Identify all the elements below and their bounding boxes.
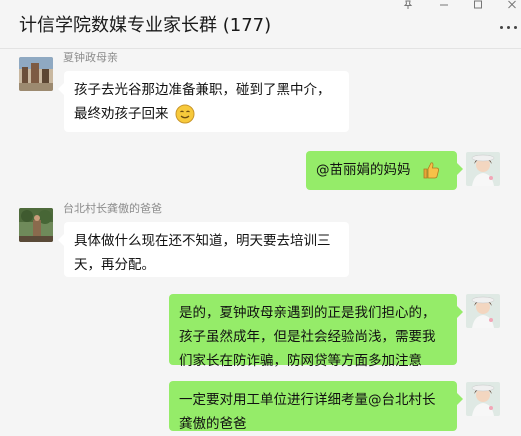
message-bubble[interactable]: @苗丽娟的妈妈 bbox=[306, 151, 463, 190]
message-bubble[interactable]: 一定要对用工单位进行详细考量@台北村长龚傲的爸爸 bbox=[169, 381, 463, 432]
thumbs-up-emoji bbox=[423, 162, 439, 179]
pin-icon[interactable] bbox=[403, 0, 413, 10]
more-dots-icon[interactable] bbox=[497, 22, 521, 34]
chat-title: 计信学院数媒专业家长群 (177) bbox=[19, 15, 272, 36]
chat-window: 计信学院数媒专业家长群 (177) 夏钟政母亲 孩子去光谷那边准备兼职，碰到了黑… bbox=[0, 0, 521, 432]
message-text: @苗丽娟的妈妈 bbox=[316, 162, 411, 178]
avatar[interactable] bbox=[466, 382, 500, 416]
minimize-icon[interactable] bbox=[439, 0, 449, 10]
close-icon[interactable] bbox=[507, 0, 517, 10]
message-bubble[interactable]: 孩子去光谷那边准备兼职，碰到了黑中介，最终劝孩子回来 bbox=[58, 71, 349, 132]
message-text: 一定要对用工单位进行详细考量@台北村长龚傲的爸爸 bbox=[179, 392, 436, 432]
sender-name: 夏钟政母亲 bbox=[63, 51, 118, 64]
sender-name: 台北村长龚傲的爸爸 bbox=[63, 202, 162, 215]
message-bubble[interactable]: 具体做什么现在还不知道，明天要去培训三天，再分配。 bbox=[58, 222, 349, 277]
message-text: 具体做什么现在还不知道，明天要去培训三天，再分配。 bbox=[74, 233, 331, 273]
message-text: 是的，夏钟政母亲遇到的正是我们担心的，孩子虽然成年，但是社会经验尚浅，需要我们家… bbox=[179, 305, 436, 369]
message-text: 孩子去光谷那边准备兼职，碰到了黑中介，最终劝孩子回来 bbox=[74, 82, 331, 122]
maximize-icon[interactable] bbox=[473, 0, 483, 10]
avatar[interactable] bbox=[466, 152, 500, 186]
avatar[interactable] bbox=[19, 208, 53, 242]
avatar[interactable] bbox=[19, 57, 53, 91]
message-bubble[interactable]: 是的，夏钟政母亲遇到的正是我们担心的，孩子虽然成年，但是社会经验尚浅，需要我们家… bbox=[169, 294, 463, 369]
smile-face-emoji bbox=[175, 104, 195, 124]
chat-header: 计信学院数媒专业家长群 (177) bbox=[0, 0, 521, 49]
avatar[interactable] bbox=[466, 294, 500, 328]
